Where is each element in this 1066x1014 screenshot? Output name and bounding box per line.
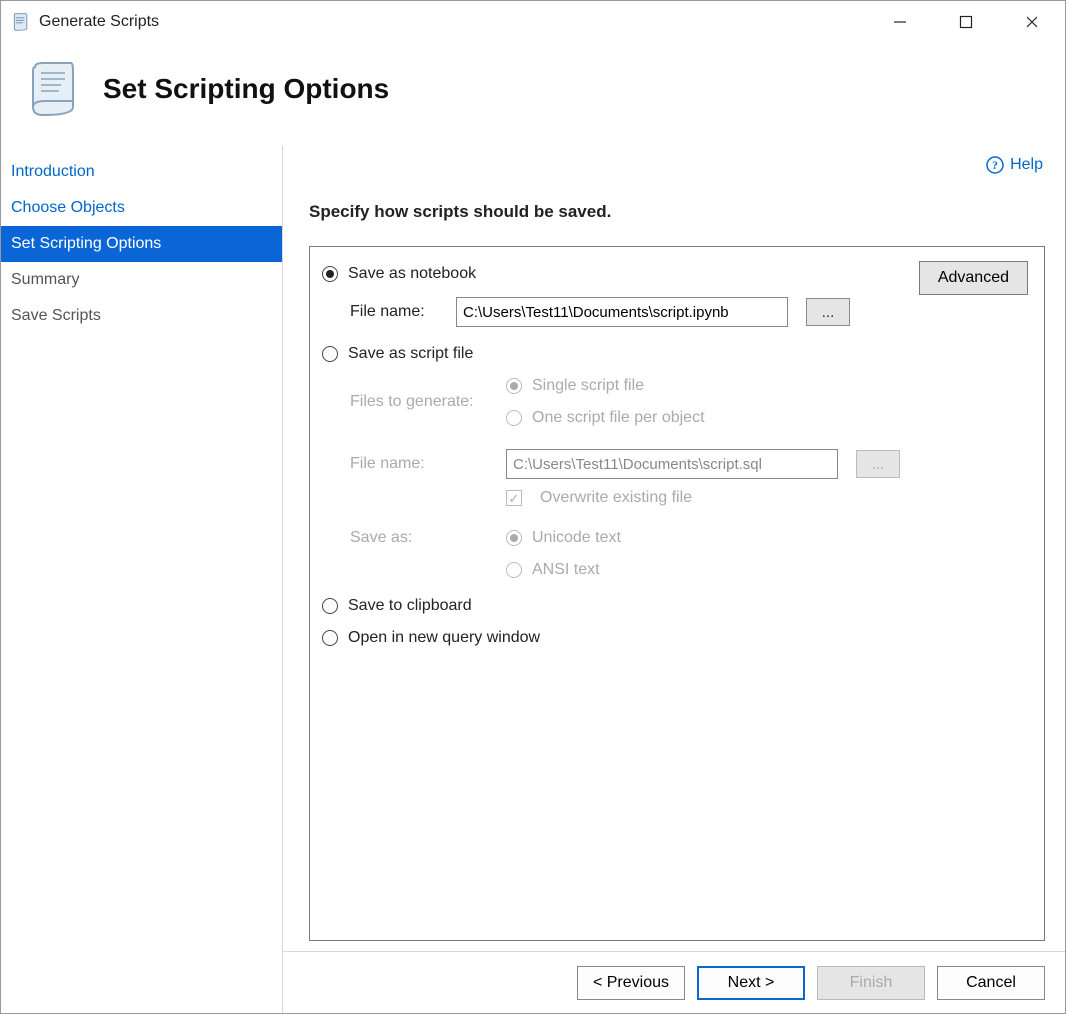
script-subgroup: Files to generate: Single script file On… [350,377,1028,579]
radio-ansi: ANSI text [506,561,621,579]
page-title: Set Scripting Options [103,73,389,105]
radio-save-as-script[interactable]: Save as script file [322,345,1028,363]
help-icon: ? [986,156,1004,174]
radio-label: Open in new query window [348,629,540,647]
cancel-button[interactable]: Cancel [937,966,1045,1000]
radio-single-script-file: Single script file [506,377,705,395]
overwrite-checkbox [506,490,522,506]
maximize-button[interactable] [933,1,999,43]
wizard-sidebar: Introduction Choose Objects Set Scriptin… [1,146,283,1013]
close-button[interactable] [999,1,1065,43]
radio-icon [322,266,338,282]
sidebar-item-set-scripting-options[interactable]: Set Scripting Options [1,226,282,262]
radio-unicode: Unicode text [506,529,621,547]
page-header: Set Scripting Options [1,43,1065,145]
radio-icon [322,630,338,646]
radio-icon [506,378,522,394]
sidebar-item-save-scripts[interactable]: Save Scripts [1,298,282,334]
radio-save-clipboard[interactable]: Save to clipboard [322,597,1028,615]
radio-icon [506,410,522,426]
save-as-label: Save as: [350,529,488,547]
wizard-footer: < Previous Next > Finish Cancel [283,951,1065,1013]
notebook-subgroup: File name: ... [350,297,1028,327]
generate-scripts-window: Generate Scripts Set Scripting Options [0,0,1066,1014]
finish-button: Finish [817,966,925,1000]
script-file-input [506,449,838,479]
window-controls [867,1,1065,43]
radio-label: One script file per object [532,409,705,427]
radio-icon [322,598,338,614]
section-heading: Specify how scripts should be saved. [309,202,1045,222]
advanced-button[interactable]: Advanced [919,261,1028,295]
radio-open-new-query[interactable]: Open in new query window [322,629,1028,647]
notebook-file-input[interactable] [456,297,788,327]
script-browse-button: ... [856,450,900,478]
overwrite-label: Overwrite existing file [540,489,692,507]
radio-icon [322,346,338,362]
radio-label: ANSI text [532,561,600,579]
help-link[interactable]: ? Help [986,156,1043,174]
radio-label: Save as notebook [348,265,476,283]
help-label: Help [1010,156,1043,174]
notebook-browse-button[interactable]: ... [806,298,850,326]
minimize-button[interactable] [867,1,933,43]
app-icon [11,12,31,32]
radio-icon [506,530,522,546]
window-title: Generate Scripts [39,13,867,31]
previous-button[interactable]: < Previous [577,966,685,1000]
radio-one-per-object: One script file per object [506,409,705,427]
radio-label: Save as script file [348,345,473,363]
radio-icon [506,562,522,578]
content-inner: Specify how scripts should be saved. Adv… [283,146,1065,951]
radio-label: Unicode text [532,529,621,547]
notebook-file-label: File name: [350,303,438,321]
options-box: Advanced Save as notebook File name: ... [309,246,1045,941]
sidebar-item-summary[interactable]: Summary [1,262,282,298]
content-panel: ? Help Specify how scripts should be sav… [283,146,1065,1013]
titlebar: Generate Scripts [1,1,1065,43]
script-file-label: File name: [350,455,488,473]
script-icon [25,61,81,117]
files-to-generate-label: Files to generate: [350,393,488,411]
radio-label: Save to clipboard [348,597,472,615]
svg-text:?: ? [992,158,998,172]
radio-label: Single script file [532,377,644,395]
next-button[interactable]: Next > [697,966,805,1000]
sidebar-item-choose-objects[interactable]: Choose Objects [1,190,282,226]
sidebar-item-introduction[interactable]: Introduction [1,154,282,190]
main-region: Introduction Choose Objects Set Scriptin… [1,145,1065,1013]
